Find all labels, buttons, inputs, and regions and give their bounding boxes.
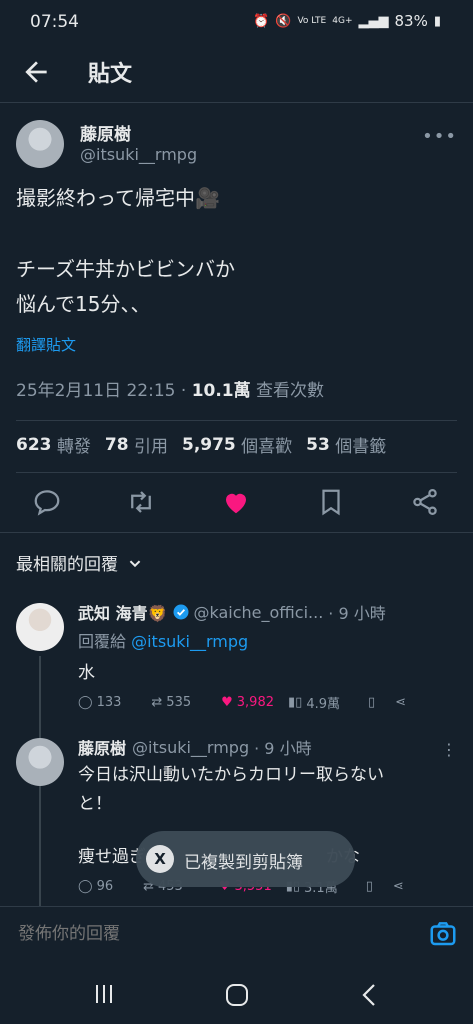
reply-action-bar: ◯ 133 ⇄ 535 ♥ 3,982 ▮▯ 4.9萬 ▯ ⋖: [78, 693, 436, 712]
reply-text: 水: [78, 663, 95, 683]
share-icon[interactable]: ⋖: [393, 879, 404, 894]
author-name[interactable]: 藤原樹: [80, 120, 131, 145]
camera-icon[interactable]: [428, 919, 458, 949]
repost-button[interactable]: ⇄ 535: [151, 695, 191, 710]
view-count: 4.9萬: [306, 697, 340, 712]
toast-text: 已複製到剪貼簿: [184, 853, 303, 873]
bookmark-count[interactable]: 53: [306, 435, 330, 455]
divider: [16, 420, 457, 421]
avatar[interactable]: [16, 603, 64, 651]
top-header: 貼文: [0, 44, 473, 103]
replying-to-prefix: 回覆給: [78, 632, 132, 651]
volte-icon: Vo LTE: [297, 16, 327, 26]
like-icon-filled: ♥: [221, 695, 233, 710]
reply-text-line: 今日は沢山動いたからカロリー取らない: [78, 765, 384, 785]
reply-icon[interactable]: [32, 487, 62, 517]
system-back-icon[interactable]: [358, 982, 382, 1008]
battery-percent: 83%: [394, 12, 428, 30]
reply-button[interactable]: ◯ 133: [78, 695, 121, 710]
reply-author-handle[interactable]: @kaiche_offici...: [194, 603, 324, 622]
view-count[interactable]: 10.1萬: [192, 381, 251, 401]
data-icon: 4G+: [332, 16, 353, 26]
bookmark-label: 個書籤: [335, 437, 387, 457]
mute-icon: 🔇: [275, 13, 292, 29]
repost-icon: ⇄: [151, 695, 163, 710]
like-count[interactable]: 5,975: [182, 435, 236, 455]
verified-badge-icon: [173, 604, 188, 620]
post-datetime: 25年2月11日 22:15 ·: [16, 381, 192, 401]
reply-button[interactable]: ◯ 96: [78, 879, 113, 894]
post-text-line: 悩んで15分、、: [16, 292, 151, 316]
views-button[interactable]: ▮▯ 4.9萬: [288, 693, 340, 712]
reply-icon: ◯: [78, 879, 93, 894]
reply-author-name[interactable]: 藤原樹: [78, 735, 126, 759]
page-title: 貼文: [88, 62, 133, 87]
bookmark-icon[interactable]: ▯: [368, 695, 375, 710]
system-nav-bar: [0, 964, 473, 1024]
repost-icon[interactable]: [126, 487, 156, 517]
reply-composer: [0, 906, 473, 965]
reply-text-line: と！: [78, 794, 112, 814]
sort-replies-dropdown[interactable]: 最相關的回覆: [16, 550, 146, 575]
recent-apps-icon[interactable]: [92, 983, 116, 1005]
post-text-line: チーズ牛丼かビビンバか: [16, 257, 235, 281]
status-bar: 07:54 ⏰ 🔇 Vo LTE 4G+ ▂▄▆ 83% ▮: [0, 0, 473, 44]
avatar[interactable]: [16, 738, 64, 786]
alarm-icon: ⏰: [253, 13, 270, 29]
bookmark-icon[interactable]: [316, 487, 346, 517]
replying-to: 回覆給 @itsuki__rmpg: [78, 628, 248, 652]
back-arrow-icon[interactable]: [20, 56, 52, 88]
post-stats: 623 轉發 78 引用 5,975 個喜歡 53 個書籤: [16, 432, 400, 458]
post-action-bar: [0, 472, 473, 533]
quote-label: 引用: [133, 437, 168, 457]
replying-to-handle[interactable]: @itsuki__rmpg: [131, 632, 248, 651]
reply-time: · 9 小時: [254, 739, 312, 758]
battery-icon: ▮: [433, 13, 441, 29]
reply-count: 96: [96, 879, 114, 894]
reply-header: 武知 海青🦁 @kaiche_offici... · 9 小時: [78, 600, 386, 624]
share-icon[interactable]: ⋖: [395, 695, 406, 710]
more-options-icon[interactable]: •••: [422, 126, 457, 147]
x-logo-icon: X: [146, 845, 174, 873]
repost-count[interactable]: 623: [16, 435, 52, 455]
reply-icon: ◯: [78, 695, 93, 710]
chevron-down-icon: [129, 559, 141, 567]
repost-label: 轉發: [56, 437, 91, 457]
status-time: 07:54: [30, 12, 79, 32]
bookmark-icon[interactable]: ▯: [366, 879, 373, 894]
reply-header: 藤原樹 @itsuki__rmpg · 9 小時: [78, 735, 312, 759]
like-button[interactable]: ♥ 3,982: [221, 695, 274, 710]
reply-count: 133: [96, 695, 122, 710]
repost-count: 535: [166, 695, 192, 710]
share-icon[interactable]: [410, 487, 440, 517]
status-icons: ⏰ 🔇 Vo LTE 4G+ ▂▄▆ 83% ▮: [253, 12, 441, 30]
view-count-label: 查看次數: [250, 381, 325, 401]
sort-label: 最相關的回覆: [16, 555, 118, 575]
signal-icon: ▂▄▆: [358, 13, 389, 29]
more-options-icon[interactable]: ⋮: [441, 740, 457, 759]
reply-time: · 9 小時: [328, 604, 386, 623]
like-count: 3,982: [236, 695, 274, 710]
views-icon: ▮▯: [288, 695, 303, 710]
reply-input[interactable]: [16, 923, 400, 945]
reply-author-name[interactable]: 武知 海青🦁: [78, 600, 168, 624]
avatar[interactable]: [16, 120, 64, 168]
home-icon[interactable]: [224, 982, 250, 1008]
copied-toast: X 已複製到剪貼簿: [136, 831, 355, 887]
like-label: 個喜歡: [241, 437, 293, 457]
translate-post-link[interactable]: 翻譯貼文: [16, 334, 76, 355]
reply-author-handle[interactable]: @itsuki__rmpg: [132, 738, 249, 757]
like-icon-filled[interactable]: [221, 487, 251, 517]
post-meta: 25年2月11日 22:15 · 10.1萬 查看次數: [16, 376, 324, 401]
quote-count[interactable]: 78: [105, 435, 129, 455]
author-handle[interactable]: @itsuki__rmpg: [80, 145, 197, 164]
post-text-line: 撮影終わって帰宅中🎥: [16, 186, 220, 210]
